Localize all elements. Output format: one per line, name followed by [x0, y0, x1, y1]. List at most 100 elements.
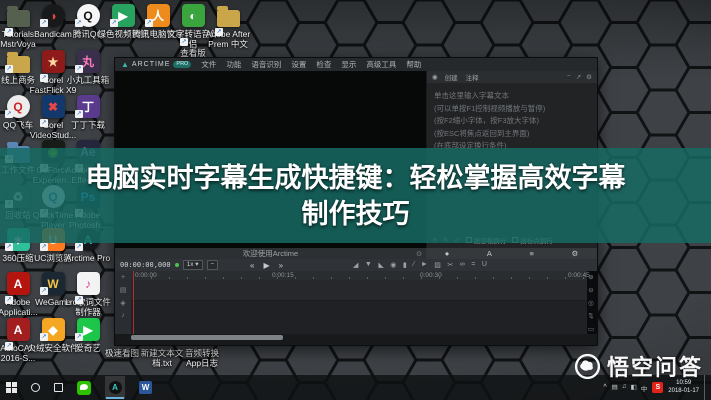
gutter-icon[interactable]: +: [121, 274, 125, 281]
statusbar-icon[interactable]: ≡: [529, 249, 533, 258]
panel-tab[interactable]: 注释: [466, 72, 479, 82]
wukong-watermark: 悟空问答: [574, 350, 703, 382]
tray-icon[interactable]: ♫: [622, 383, 627, 393]
word-taskbar-icon[interactable]: W: [139, 381, 152, 394]
cortana-search-icon[interactable]: [31, 383, 40, 392]
desktop-file-label[interactable]: 音频转换 App日志: [174, 346, 230, 368]
task-view-icon[interactable]: [54, 383, 63, 392]
start-button-icon[interactable]: [6, 382, 17, 393]
statusbar-icon[interactable]: A: [487, 249, 492, 258]
tool-icon[interactable]: ▮: [403, 261, 407, 269]
shortcut-arrow-icon: ↗: [5, 342, 13, 350]
zoom-stack-icon[interactable]: ⇅: [588, 312, 593, 320]
tool-icon[interactable]: ◢: [353, 261, 358, 269]
gutter-icon[interactable]: ◈: [120, 299, 125, 307]
desktop-icon-label: 丁丁下载: [60, 121, 116, 131]
desktop-icon-label: 小丸工具箱: [60, 76, 116, 86]
desktop-icon-folder-adobe[interactable]: ↗Adobe After Prem 中文: [200, 4, 256, 49]
desktop-icon-label: 音频转换 App日志: [174, 349, 230, 368]
hint-line: (按ESC将焦点返回到主界面): [434, 128, 590, 141]
gutter-icon[interactable]: ♪: [121, 312, 125, 319]
shortcut-arrow-icon: ↗: [5, 28, 13, 36]
tool-icon[interactable]: ∞: [460, 261, 465, 269]
status-dot: [175, 263, 179, 267]
tray-icon[interactable]: ▤: [612, 383, 618, 393]
shortcut-arrow-icon: ↗: [5, 296, 13, 304]
timecode-display: 00:00:00,000: [120, 261, 171, 269]
menubar-item[interactable]: 高级工具: [366, 59, 396, 70]
desktop-icon-lrc-maker[interactable]: ♪↗Lrc歌词文件 制作器: [60, 272, 116, 317]
pro-badge: PRO: [173, 61, 191, 68]
tool-icon[interactable]: ▼: [365, 261, 372, 269]
transport-icon[interactable]: »: [279, 261, 283, 270]
zoom-stack-icon[interactable]: ⊕: [588, 273, 593, 281]
transport-icon[interactable]: «: [250, 261, 254, 270]
headline-banner: 电脑实时字幕生成快捷键：轻松掌握高效字幕 制作技巧: [0, 148, 711, 243]
timeline-tracks[interactable]: [131, 280, 587, 334]
statusbar-icon[interactable]: ●: [445, 249, 450, 258]
panel-header-icon[interactable]: ↗: [576, 73, 581, 81]
menubar-item[interactable]: 功能: [226, 59, 241, 70]
zoom-stack-icon[interactable]: ◎: [588, 299, 594, 307]
transport-controls: « ▶ »: [250, 261, 283, 270]
shortcut-arrow-icon: ↗: [40, 333, 48, 341]
menubar-item[interactable]: 设置: [291, 59, 306, 70]
show-desktop-button[interactable]: [704, 375, 707, 400]
menubar-item[interactable]: 帮助: [406, 59, 421, 70]
ruler-label: 0:00:00: [135, 272, 157, 279]
scrollbar-thumb[interactable]: [131, 335, 283, 340]
desktop-icon-xiaowan-toolbox[interactable]: 丸↗小丸工具箱: [60, 50, 116, 86]
tool-icon[interactable]: ◣: [378, 261, 383, 269]
panel-tab[interactable]: 创建: [445, 72, 458, 82]
timeline-toolbar: 00:00:00,000 1x ▾ − « ▶ » ◢ ▼ ◣ ◉ ▮ ∕ ► ▨ ✂ ∞ = U: [115, 259, 597, 271]
subtitle-track[interactable]: [131, 280, 587, 301]
timeline-ruler[interactable]: 0:00:000:00:150:00:300:00:45: [131, 271, 587, 280]
menubar-item[interactable]: 文件: [201, 59, 216, 70]
shortcut-arrow-icon: ↗: [5, 243, 13, 251]
shortcut-arrow-icon: ↗: [40, 119, 48, 127]
gutter-icon[interactable]: ▤: [120, 286, 127, 294]
tool-icon[interactable]: ▨: [434, 261, 441, 269]
user-avatar-icon[interactable]: ◉: [432, 73, 438, 81]
speed-dropdown[interactable]: 1x ▾: [183, 260, 203, 270]
sogou-ime-icon[interactable]: S: [652, 382, 663, 393]
tool-icon[interactable]: U: [482, 261, 487, 269]
panel-header-icon[interactable]: −: [567, 73, 571, 81]
zoom-out-button[interactable]: −: [207, 260, 219, 270]
shortcut-arrow-icon: ↗: [75, 296, 83, 304]
statusbar-icon[interactable]: ⚙: [571, 249, 578, 258]
panel-header-icon[interactable]: ⚙: [586, 73, 592, 81]
watermark-text: 悟空问答: [607, 350, 703, 382]
menubar-item[interactable]: 检查: [316, 59, 331, 70]
tray-icon[interactable]: 中: [641, 383, 648, 393]
shortcut-arrow-icon: ↗: [5, 110, 13, 118]
taskbar-clock[interactable]: 10:59 2018-01-17: [668, 380, 699, 395]
wechat-taskbar-icon[interactable]: [77, 381, 91, 395]
transport-icon[interactable]: ▶: [263, 261, 269, 270]
shortcut-arrow-icon: ↗: [75, 333, 83, 341]
arctime-taskbar-icon: A: [109, 381, 122, 394]
arctime-taskbar-active[interactable]: A: [105, 376, 125, 399]
desktop-icon-dingding-download[interactable]: 丁↗丁丁下载: [60, 95, 116, 131]
desktop-icon-label: Lrc歌词文件 制作器: [60, 298, 116, 317]
lrc-maker-icon: ♪: [77, 272, 100, 295]
tool-icon[interactable]: ✂: [447, 261, 453, 269]
shortcut-arrow-icon: ↗: [145, 19, 153, 27]
quick-create-header: ◉ 创建注释 −↗ ⚙: [427, 71, 597, 83]
tool-icon[interactable]: ◉: [390, 261, 396, 269]
zoom-stack-icon[interactable]: ⊖: [588, 286, 593, 294]
zoom-stack-icon[interactable]: ▭: [588, 325, 594, 333]
tray-icon[interactable]: ◧: [631, 383, 637, 393]
playhead[interactable]: [133, 271, 134, 334]
tool-icon[interactable]: =: [471, 261, 475, 269]
eye-icon[interactable]: ⊙: [416, 250, 422, 258]
tool-icon[interactable]: ►: [421, 261, 428, 269]
tool-icon[interactable]: ∕: [413, 261, 414, 269]
window-titlebar: ▲ ARCTIME PRO 文件功能语音识别设置检查显示高级工具帮助: [115, 58, 597, 71]
menubar-item[interactable]: 语音识别: [251, 59, 281, 70]
menubar-item[interactable]: 显示: [341, 59, 356, 70]
shortcut-arrow-icon: ↗: [75, 19, 83, 27]
tray-chevron-icon[interactable]: ^: [603, 384, 606, 391]
menu-bar: 文件功能语音识别设置检查显示高级工具帮助: [201, 59, 421, 70]
ruler-ticks: [133, 277, 585, 279]
